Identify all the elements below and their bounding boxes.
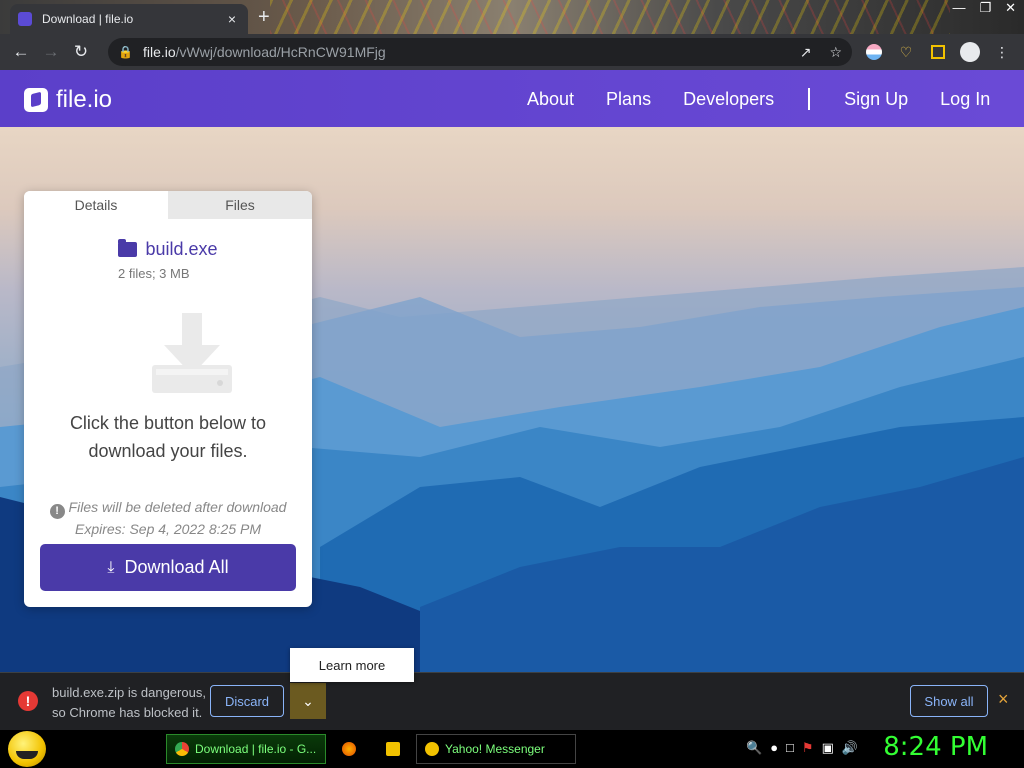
extension-flag-icon[interactable] [862,40,886,64]
expires-text: Expires: Sep 4, 2022 8:25 PM [75,521,261,537]
tab-title: Download | file.io [42,12,134,26]
blocked-message: build.exe.zip is dangerous, so Chrome ha… [52,683,206,723]
card-tabs: Details Files [24,191,312,219]
nav-signup[interactable]: Sign Up [844,89,908,110]
info-icon: ! [49,504,65,519]
new-tab-button[interactable]: + [258,6,270,29]
danger-icon: ! [18,691,38,711]
chrome-icon [175,742,189,756]
share-icon[interactable]: ↗ [800,44,812,61]
messenger-tray-icon[interactable]: ● [770,740,778,756]
download-arrow-icon: ⤓ [107,558,115,576]
nav-developers[interactable]: Developers [683,89,774,110]
logo-text: file.io [56,86,113,113]
url-path: /vWwj/download/HcRnCW91MFjg [175,44,386,60]
volume-icon[interactable]: 🔊 [842,740,858,756]
search-icon[interactable]: 🔍 [746,740,762,756]
show-all-button[interactable]: Show all [910,685,988,717]
file-meta: 2 files; 3 MB [118,266,190,281]
taskbar-chrome-label: Download | file.io - G... [195,742,317,756]
warning-text: Files will be deleted after download [68,499,287,515]
reload-button[interactable]: ↻ [66,37,96,67]
browser-toolbar: ← → ↻ 🔒 file.io/vWwj/download/HcRnCW91MF… [0,34,1024,70]
minimize-icon[interactable]: — [952,0,965,16]
menu-kebab-icon[interactable]: ⋮ [990,40,1014,64]
close-shelf-icon[interactable]: × [998,689,1009,710]
titlebar-decoration [270,0,950,34]
firefox-icon[interactable] [342,742,356,756]
blocked-message-line2: so Chrome has blocked it. [52,705,203,720]
fileio-logo[interactable]: file.io [24,86,112,114]
back-button[interactable]: ← [6,37,36,67]
main-nav: About Plans Developers Sign Up Log In [527,88,990,110]
folder-taskbar-icon[interactable] [386,742,400,756]
nav-plans[interactable]: Plans [606,89,651,110]
notes-tray-icon[interactable]: □ [786,740,794,756]
network-tray-icon[interactable]: ▣ [822,740,834,756]
download-all-button[interactable]: ⤓ Download All [40,544,296,591]
side-panel-icon[interactable] [926,40,950,64]
close-window-icon[interactable]: ✕ [1005,0,1016,16]
fileio-logo-icon [24,88,48,112]
download-prompt: Click the button below to download your … [69,413,267,461]
nav-divider [808,88,811,110]
download-tray-icon [152,313,232,393]
fileio-favicon-icon [18,12,32,26]
lock-icon[interactable]: 🔒 [118,45,133,59]
yahoo-messenger-icon [425,742,439,756]
tab-close-icon[interactable]: × [224,11,240,27]
taskbar-clock: 8:24 PM [883,732,988,762]
download-all-label: Download All [124,557,229,577]
learn-more-tooltip[interactable]: Learn more [290,648,414,682]
profile-avatar-icon[interactable] [958,40,982,64]
forward-button[interactable]: → [36,37,66,67]
window-controls: — ❐ ✕ [952,0,1016,16]
download-card: Details Files build.exe 2 files; 3 MB Cl… [24,191,312,607]
discard-button[interactable]: Discard [210,685,284,717]
taskbar-yahoo-item[interactable]: Yahoo! Messenger [416,734,576,764]
nav-about[interactable]: About [527,89,574,110]
tab-details[interactable]: Details [24,191,168,219]
deletion-warning: ! Files will be deleted after download Ex… [24,497,312,539]
download-shelf: ! build.exe.zip is dangerous, so Chrome … [0,672,1024,730]
browser-tab[interactable]: Download | file.io × [10,4,248,34]
browser-titlebar: Download | file.io × + — ❐ ✕ [0,0,1024,34]
nav-login[interactable]: Log In [940,89,990,110]
start-smiley-icon[interactable] [8,731,46,767]
file-name: build.exe [145,239,218,259]
file-name-row: build.exe [24,239,312,260]
taskbar-yahoo-label: Yahoo! Messenger [445,742,545,756]
folder-icon [118,239,138,257]
system-tray: 🔍 ● □ ⚑ ▣ 🔊 [746,740,858,756]
download-options-chevron-icon[interactable]: ⌄ [290,683,326,719]
tab-files[interactable]: Files [168,191,312,219]
taskbar-chrome-item[interactable]: Download | file.io - G... [166,734,326,764]
flag-tray-icon[interactable]: ⚑ [802,740,814,756]
address-bar[interactable]: 🔒 file.io/vWwj/download/HcRnCW91MFjg ↗ ☆ [108,38,852,66]
taskbar: Download | file.io - G... Yahoo! Messeng… [0,730,1024,768]
bookmark-star-icon[interactable]: ☆ [829,44,842,61]
extensions-puzzle-icon[interactable]: ♡ [894,40,918,64]
site-header: file.io About Plans Developers Sign Up L… [0,70,1024,127]
blocked-message-line1: build.exe.zip is dangerous, [52,685,206,700]
restore-icon[interactable]: ❐ [979,0,991,16]
url-host: file.io [142,44,176,60]
